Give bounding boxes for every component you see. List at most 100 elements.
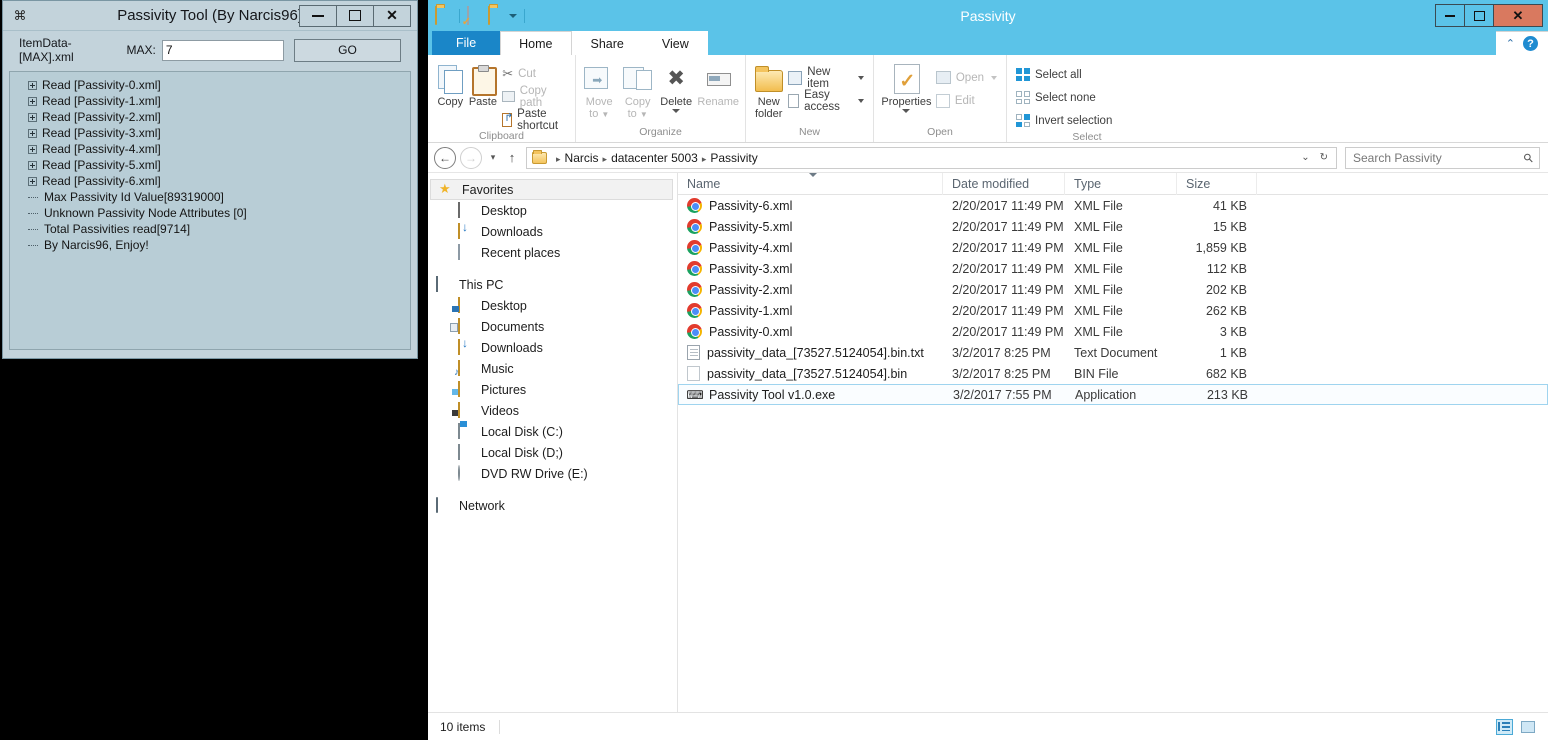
nav-item-documents[interactable]: Documents (428, 316, 677, 337)
nav-item-desktop[interactable]: Desktop (428, 295, 677, 316)
properties-button[interactable]: Properties (880, 60, 933, 113)
expand-plus-icon[interactable] (28, 176, 37, 186)
chevron-up-icon[interactable]: ⌃ (1506, 37, 1515, 50)
nav-item-favorites[interactable]: ★ Favorites (430, 179, 673, 200)
copy-button[interactable]: Copy (434, 60, 467, 108)
file-row[interactable]: Passivity-0.xml 2/20/2017 11:49 PM XML Fil… (678, 321, 1548, 342)
tab-view[interactable]: View (642, 31, 708, 55)
explorer-close-button[interactable]: ✕ (1493, 4, 1543, 27)
nav-item-downloads[interactable]: Downloads (428, 221, 677, 242)
nav-item-desktop[interactable]: Desktop (428, 200, 677, 221)
passivity-tool-titlebar[interactable]: ⌘ Passivity Tool (By Narcis96) ✕ (3, 1, 417, 31)
file-row[interactable]: Passivity-5.xml 2/20/2017 11:49 PM XML Fil… (678, 216, 1548, 237)
nav-item-pictures[interactable]: Pictures (428, 379, 677, 400)
back-button[interactable]: ← (434, 146, 456, 169)
tree-item[interactable]: Read [Passivity-0.xml] (10, 77, 410, 93)
chevron-down-icon[interactable] (902, 109, 911, 113)
nav-item-downloads[interactable]: Downloads (428, 337, 677, 358)
expand-plus-icon[interactable] (28, 160, 37, 170)
nav-item-music[interactable]: Music (428, 358, 677, 379)
column-header-size[interactable]: Size (1177, 173, 1257, 195)
column-headers[interactable]: Name Date modified Type Size (678, 173, 1548, 195)
file-row[interactable]: Passivity-1.xml 2/20/2017 11:49 PM XML Fil… (678, 300, 1548, 321)
navigation-pane[interactable]: ★ Favorites Desktop Downloads Recent places T… (428, 173, 678, 712)
breadcrumb-item[interactable]: Passivity (710, 151, 757, 165)
tree-item[interactable]: Read [Passivity-5.xml] (10, 157, 410, 173)
nav-item-this-pc[interactable]: This PC (428, 274, 677, 295)
move-to-button[interactable]: Moveto ▼ (582, 60, 616, 121)
select-all-button[interactable]: Select all (1013, 64, 1115, 85)
paste-button[interactable]: Paste (467, 60, 500, 108)
refresh-icon[interactable]: ↻ (1320, 152, 1328, 163)
copy-path-button[interactable]: Copy path (499, 85, 569, 109)
explorer-maximize-button[interactable] (1464, 4, 1494, 27)
max-input[interactable] (161, 39, 284, 61)
tree-item[interactable]: Read [Passivity-3.xml] (10, 125, 410, 141)
expand-plus-icon[interactable] (28, 96, 37, 106)
paste-shortcut-button[interactable]: Paste shortcut (499, 108, 569, 132)
file-row[interactable]: Passivity-6.xml 2/20/2017 11:49 PM XML Fil… (678, 195, 1548, 216)
file-row[interactable]: Passivity-4.xml 2/20/2017 11:49 PM XML Fil… (678, 237, 1548, 258)
tree-item[interactable]: By Narcis96, Enjoy! (10, 237, 410, 253)
nav-item-dvd-rw-drive-e[interactable]: DVD RW Drive (E:) (428, 463, 677, 484)
breadcrumb[interactable]: ▸ Narcis ▸ datacenter 5003 ▸ Passivity ⌄ ↻ (526, 146, 1337, 169)
explorer-minimize-button[interactable] (1435, 4, 1465, 27)
new-folder-properties-icon[interactable] (467, 6, 484, 25)
nav-item-videos[interactable]: Videos (428, 400, 677, 421)
tab-home[interactable]: Home (500, 31, 572, 55)
tree-item[interactable]: Read [Passivity-2.xml] (10, 109, 410, 125)
chevron-down-icon[interactable] (858, 75, 864, 80)
new-folder-button[interactable]: New folder (752, 60, 785, 120)
column-header-type[interactable]: Type (1065, 173, 1177, 195)
invert-selection-button[interactable]: Invert selection (1013, 110, 1115, 131)
nav-item-recent-places[interactable]: Recent places (428, 242, 677, 263)
forward-button[interactable]: → (460, 146, 482, 169)
breadcrumb-item[interactable]: Narcis (565, 151, 599, 165)
rename-button[interactable]: Rename (697, 60, 739, 108)
search-input[interactable]: Search Passivity ⚲ (1345, 146, 1540, 169)
file-row[interactable]: Passivity-2.xml 2/20/2017 11:49 PM XML Fil… (678, 279, 1548, 300)
chevron-down-icon[interactable] (509, 13, 517, 18)
open-button[interactable]: Open (933, 67, 1000, 88)
copy-to-button[interactable]: Copy to ▼ (620, 60, 654, 121)
folder-icon[interactable] (488, 6, 505, 25)
tool-close-button[interactable]: ✕ (373, 4, 411, 27)
cut-button[interactable]: ✂ Cut (499, 63, 569, 84)
select-none-button[interactable]: Select none (1013, 87, 1115, 108)
tab-share[interactable]: Share (571, 31, 643, 55)
expand-plus-icon[interactable] (28, 80, 37, 90)
recent-locations-icon[interactable]: ▾ (486, 152, 500, 163)
up-button[interactable]: ↑ (504, 150, 520, 165)
tool-maximize-button[interactable] (336, 4, 374, 27)
nav-item-local-disk-d[interactable]: Local Disk (D;) (428, 442, 677, 463)
chevron-down-icon[interactable]: ⌄ (1301, 152, 1309, 163)
help-icon[interactable]: ? (1523, 36, 1538, 51)
tree-item[interactable]: Unknown Passivity Node Attributes [0] (10, 205, 410, 221)
chevron-down-icon[interactable] (672, 109, 681, 113)
column-header-date-modified[interactable]: Date modified (943, 173, 1065, 195)
tree-item[interactable]: Total Passivities read[9714] (10, 221, 410, 237)
expand-plus-icon[interactable] (28, 112, 37, 122)
breadcrumb-item[interactable]: datacenter 5003 (611, 151, 698, 165)
file-row[interactable]: Passivity-3.xml 2/20/2017 11:49 PM XML Fil… (678, 258, 1548, 279)
explorer-titlebar[interactable]: Passivity ✕ (428, 0, 1548, 31)
delete-button[interactable]: ✖ Delete (659, 60, 693, 113)
chevron-down-icon[interactable] (858, 98, 864, 103)
tree-item[interactable]: Read [Passivity-6.xml] (10, 173, 410, 189)
file-rows[interactable]: Passivity-6.xml 2/20/2017 11:49 PM XML Fil… (678, 195, 1548, 405)
thumbnail-view-icon[interactable] (1519, 719, 1536, 735)
nav-item-local-disk-c[interactable]: Local Disk (C:) (428, 421, 677, 442)
tree-item[interactable]: Read [Passivity-4.xml] (10, 141, 410, 157)
details-view-icon[interactable] (1496, 718, 1513, 735)
file-row[interactable]: passivity_data_[73527.5124054].bin 3/2/20… (678, 363, 1548, 384)
expand-plus-icon[interactable] (28, 128, 37, 138)
new-item-button[interactable]: New item (785, 66, 867, 90)
expand-plus-icon[interactable] (28, 144, 37, 154)
easy-access-button[interactable]: Easy access (785, 89, 867, 113)
chevron-down-icon[interactable] (991, 75, 997, 80)
tree-item[interactable]: Max Passivity Id Value[89319000] (10, 189, 410, 205)
file-row[interactable]: ⌨ Passivity Tool v1.0.exe 3/2/2017 7:55 PM… (678, 384, 1548, 405)
tool-minimize-button[interactable] (299, 4, 337, 27)
nav-item-network[interactable]: Network (428, 495, 677, 516)
passivity-tool-tree[interactable]: Read [Passivity-0.xml] Read [Passivity-1.… (9, 71, 411, 350)
